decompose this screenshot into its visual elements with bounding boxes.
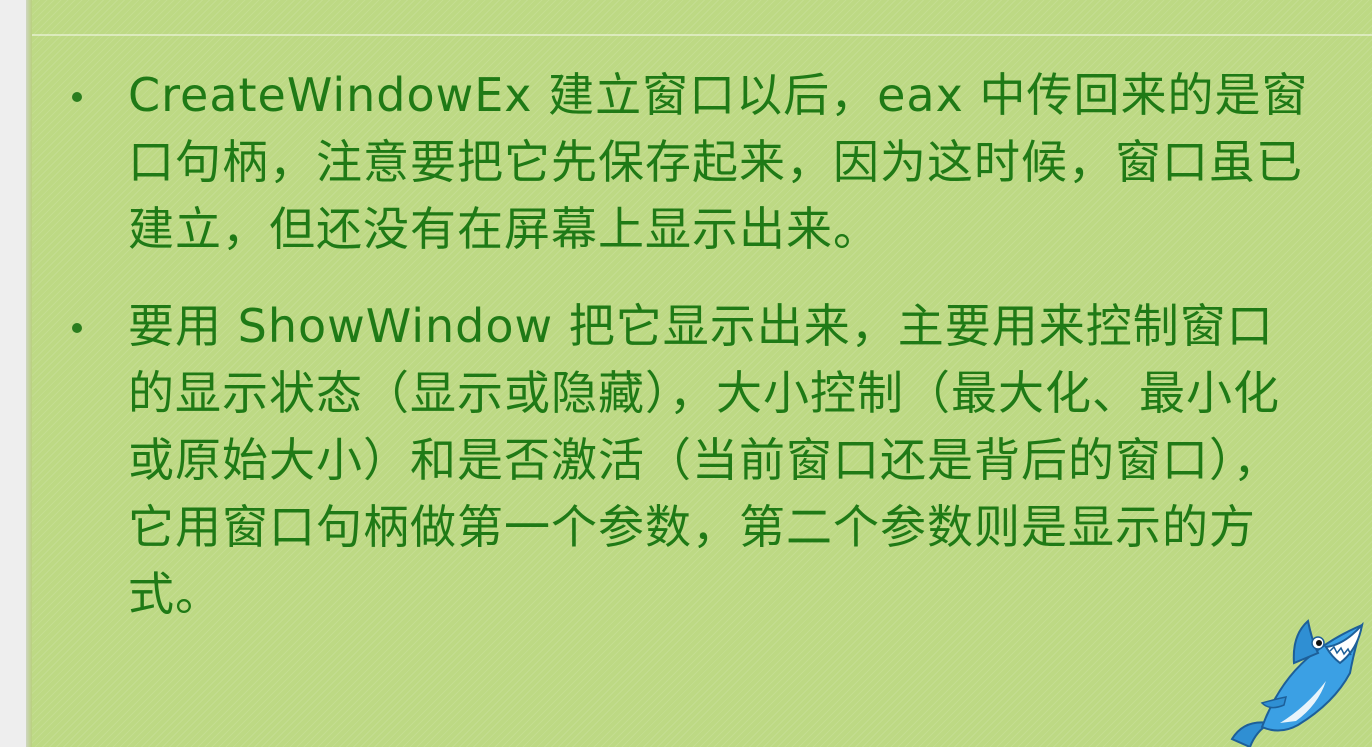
- presentation-viewer: CreateWindowEx 建立窗口以后，eax 中传回来的是窗口句柄，注意要…: [0, 0, 1372, 747]
- bullet-list: CreateWindowEx 建立窗口以后，eax 中传回来的是窗口句柄，注意要…: [72, 62, 1312, 658]
- shark-icon: [1230, 619, 1364, 747]
- slide: CreateWindowEx 建立窗口以后，eax 中传回来的是窗口句柄，注意要…: [32, 0, 1372, 747]
- slide-header-divider: [32, 34, 1372, 36]
- bullet-dot-icon: [72, 92, 82, 102]
- bullet-item-createwindowex: CreateWindowEx 建立窗口以后，eax 中传回来的是窗口句柄，注意要…: [72, 62, 1312, 263]
- bullet-dot-icon: [72, 323, 82, 333]
- bullet-item-showwindow: 要用 ShowWindow 把它显示出来，主要用来控制窗口的显示状态（显示或隐藏…: [72, 293, 1312, 628]
- bullet-text: 要用 ShowWindow 把它显示出来，主要用来控制窗口的显示状态（显示或隐藏…: [128, 299, 1280, 621]
- bullet-text: CreateWindowEx 建立窗口以后，eax 中传回来的是窗口句柄，注意要…: [128, 68, 1309, 256]
